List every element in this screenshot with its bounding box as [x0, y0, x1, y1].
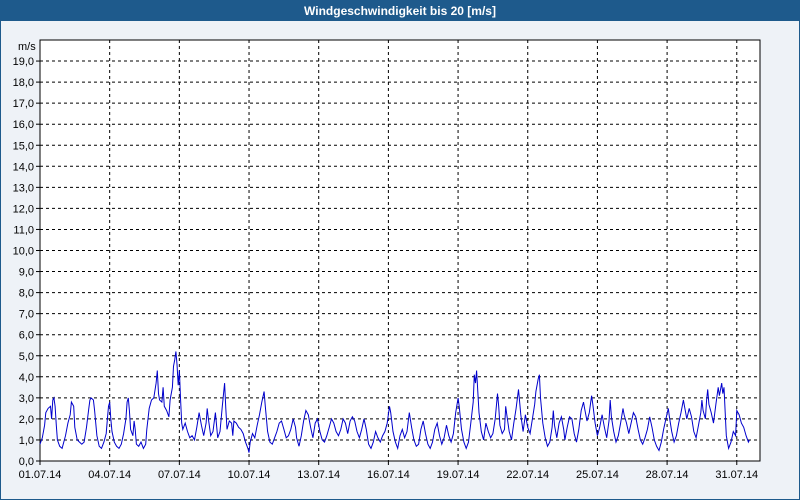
- x-tick-label: 04.07.14: [88, 469, 131, 481]
- x-tick-label: 16.07.14: [367, 469, 410, 481]
- y-tick-label: 11,0: [13, 224, 34, 236]
- y-tick-label: 7,0: [19, 309, 34, 321]
- y-tick-label: 8,0: [19, 288, 34, 300]
- y-tick-label: 17,0: [13, 98, 34, 110]
- x-tick-label: 07.07.14: [158, 469, 201, 481]
- x-tick-label: 22.07.14: [506, 469, 549, 481]
- y-tick-label: 4,0: [19, 372, 34, 384]
- x-tick-label: 25.07.14: [576, 469, 619, 481]
- y-tick-label: 19,0: [13, 56, 34, 68]
- y-tick-label: 3,0: [19, 393, 34, 405]
- y-tick-label: 5,0: [19, 351, 34, 363]
- y-tick-label: 9,0: [19, 267, 34, 279]
- x-tick-label: 10.07.14: [228, 469, 271, 481]
- y-tick-label: 18,0: [13, 77, 34, 89]
- wind-speed-chart: 0,0 1,0 2,0 3,0 4,0 5,0 6,0 7,0 8,0 9,0 10,0 11,0 12…: [13, 39, 761, 481]
- x-tick-label: 01.07.14: [19, 469, 62, 481]
- grid: [40, 40, 760, 461]
- x-tick-label: 19.07.14: [437, 469, 480, 481]
- y-tick-label: 2,0: [19, 414, 34, 426]
- y-tick-label: 12,0: [13, 203, 34, 215]
- y-tick-label: 0,0: [19, 456, 34, 468]
- y-tick-label: 13,0: [13, 182, 34, 194]
- y-tick-label: 1,0: [19, 435, 34, 447]
- x-tick-label: 28.07.14: [646, 469, 689, 481]
- x-axis-ticks: 01.07.14 04.07.14 07.07.14 10.07.14 13.07.14…: [19, 461, 758, 481]
- x-tick-label: 13.07.14: [297, 469, 340, 481]
- y-axis-label: m/s: [18, 41, 36, 53]
- y-axis-ticks: 0,0 1,0 2,0 3,0 4,0 5,0 6,0 7,0 8,0 9,0 10,0 11,0 12…: [13, 56, 40, 468]
- x-tick-label: 31.07.14: [715, 469, 758, 481]
- y-tick-label: 10,0: [13, 246, 34, 258]
- y-tick-label: 16,0: [13, 119, 34, 131]
- y-tick-label: 14,0: [13, 161, 34, 173]
- y-tick-label: 6,0: [19, 330, 34, 342]
- y-tick-label: 15,0: [13, 140, 34, 152]
